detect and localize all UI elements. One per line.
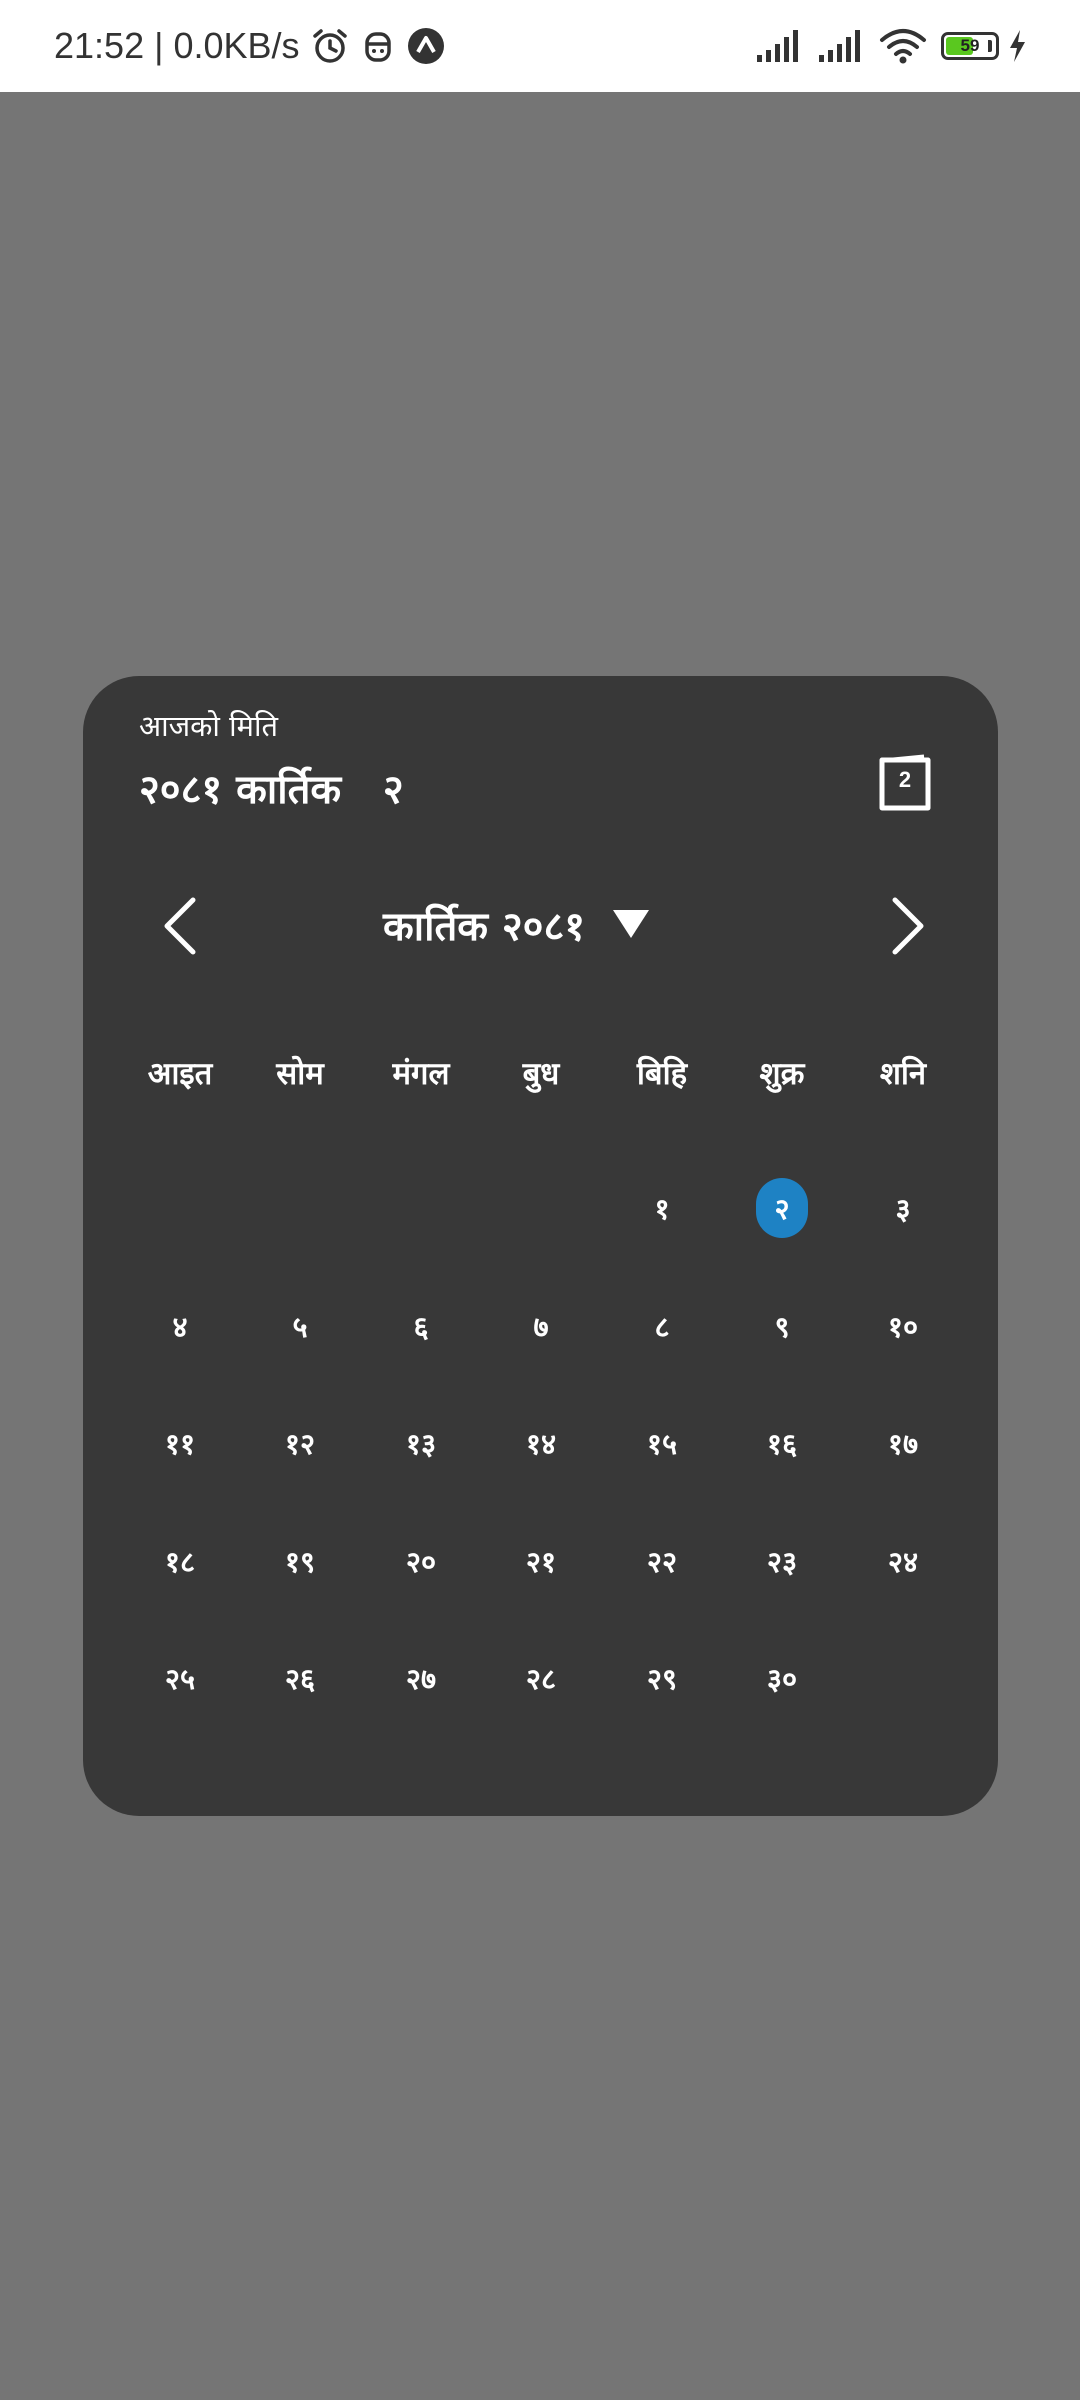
day-number: २	[774, 1191, 790, 1226]
weekday-label: मंगल	[392, 1056, 450, 1092]
day-cell[interactable]: १६	[742, 1411, 822, 1475]
weekday-label: सोम	[276, 1056, 324, 1092]
weekday-label: बिहि	[636, 1056, 688, 1092]
day-number: २०	[405, 1544, 437, 1579]
day-cell[interactable]: १३	[381, 1411, 461, 1475]
day-cell[interactable]: १९	[260, 1529, 340, 1593]
next-month-button[interactable]	[883, 894, 933, 958]
day-number: १७	[887, 1426, 919, 1461]
day-cell[interactable]: २२	[622, 1529, 702, 1593]
day-cell[interactable]: २१	[501, 1529, 581, 1593]
day-number: १२	[284, 1426, 316, 1461]
day-number: १६	[766, 1426, 798, 1461]
today-button-label: 2	[898, 767, 912, 792]
notification-app-icon	[360, 26, 396, 66]
day-cell[interactable]: ५	[260, 1294, 340, 1358]
day-number: २२	[646, 1544, 678, 1579]
chevron-right-icon	[892, 897, 924, 955]
day-cell[interactable]: १८	[140, 1529, 220, 1593]
day-number: ३०	[766, 1661, 798, 1696]
day-cell[interactable]: ८	[622, 1294, 702, 1358]
day-number: २९	[646, 1661, 678, 1696]
day-number: ८	[654, 1309, 670, 1344]
chevron-left-icon	[164, 897, 196, 955]
day-number: २८	[525, 1661, 557, 1696]
charging-bolt-icon	[1006, 28, 1028, 64]
day-number: ७	[533, 1309, 549, 1344]
go-to-today-button[interactable]: 2	[878, 754, 932, 812]
day-number: २१	[525, 1544, 557, 1579]
day-number: ६	[413, 1309, 429, 1344]
weekday-label: आइत	[147, 1056, 213, 1092]
day-number: ११	[164, 1426, 196, 1461]
day-number: ५	[292, 1309, 308, 1344]
day-cell[interactable]: २७	[381, 1646, 461, 1710]
alarm-icon	[310, 26, 350, 66]
battery-body: 59	[941, 32, 999, 60]
day-number: २७	[405, 1661, 437, 1696]
status-right: 59	[755, 0, 1028, 92]
day-cell[interactable]: २३	[742, 1529, 822, 1593]
day-number: ४	[172, 1309, 188, 1344]
day-cell[interactable]: २६	[260, 1646, 340, 1710]
day-cell[interactable]: १४	[501, 1411, 581, 1475]
calendar-widget: आजको मिति २०८१ कार्तिक २ 2 कार्तिक २०८१ …	[83, 676, 998, 1816]
weekday-label: शुक्र	[759, 1056, 805, 1092]
day-cell[interactable]: ३०	[742, 1646, 822, 1710]
day-cell[interactable]: २८	[501, 1646, 581, 1710]
day-number: १३	[405, 1426, 437, 1461]
day-cell[interactable]: २०	[381, 1529, 461, 1593]
day-number: १८	[164, 1544, 196, 1579]
day-cell[interactable]: ९	[742, 1294, 822, 1358]
previous-month-button[interactable]	[155, 894, 205, 958]
weekday-label: शनि	[879, 1056, 927, 1092]
day-number: १५	[646, 1426, 678, 1461]
day-number: ९	[774, 1309, 790, 1344]
day-cell[interactable]: ३	[863, 1176, 943, 1240]
day-number: ३	[895, 1191, 911, 1226]
day-number: १	[654, 1191, 670, 1226]
day-cell[interactable]: १	[622, 1176, 702, 1240]
today-date: २०८१ कार्तिक २	[139, 767, 404, 813]
signal-icon	[817, 28, 865, 64]
selected-day-cell[interactable]: २	[742, 1176, 822, 1240]
month-selector[interactable]: कार्तिक २०८१	[383, 892, 723, 956]
day-cell[interactable]: ११	[140, 1411, 220, 1475]
status-time-speed: 21:52 | 0.0KB/s	[54, 25, 300, 66]
month-label: कार्तिक २०८१	[383, 903, 586, 950]
battery-icon: 59	[941, 32, 999, 60]
day-number: १९	[284, 1544, 316, 1579]
day-number: २५	[164, 1661, 196, 1696]
day-cell[interactable]: १२	[260, 1411, 340, 1475]
day-cell[interactable]: ७	[501, 1294, 581, 1358]
weekday-label: बुध	[522, 1056, 560, 1092]
today-label: आजको मिति	[139, 709, 279, 743]
day-cell[interactable]: १०	[863, 1294, 943, 1358]
day-cell[interactable]: १५	[622, 1411, 702, 1475]
day-cell[interactable]: ४	[140, 1294, 220, 1358]
status-left: 21:52 | 0.0KB/s	[54, 0, 446, 92]
day-number: २३	[766, 1544, 798, 1579]
day-cell[interactable]: २५	[140, 1646, 220, 1710]
day-cell[interactable]: २४	[863, 1529, 943, 1593]
wifi-icon	[879, 27, 927, 65]
battery-level: 59	[960, 36, 980, 55]
day-cell[interactable]: १७	[863, 1411, 943, 1475]
day-number: १४	[525, 1426, 557, 1461]
day-cell[interactable]: ६	[381, 1294, 461, 1358]
dropdown-triangle-icon	[613, 910, 650, 938]
day-number: १०	[887, 1309, 919, 1344]
status-bar: 21:52 | 0.0KB/s 59	[0, 0, 1080, 92]
navigation-app-icon	[406, 26, 446, 66]
day-cell[interactable]: २९	[622, 1646, 702, 1710]
day-number: २६	[284, 1661, 316, 1696]
day-number: २४	[887, 1544, 919, 1579]
signal-icon	[755, 28, 803, 64]
